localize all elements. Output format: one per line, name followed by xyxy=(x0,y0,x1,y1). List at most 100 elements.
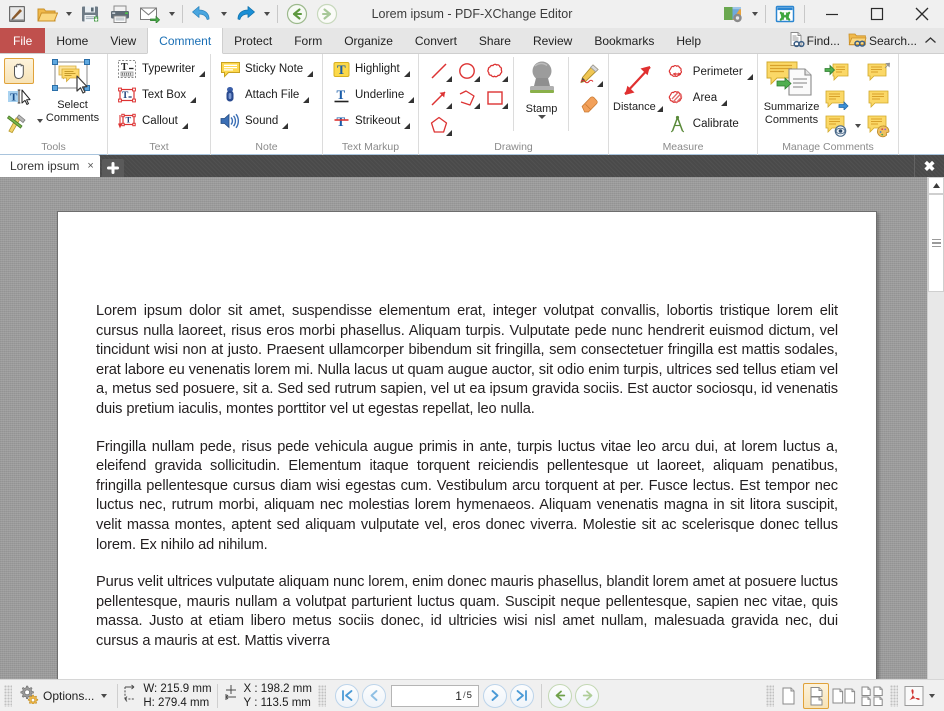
next-page-button[interactable] xyxy=(483,683,508,708)
tab-organize[interactable]: Organize xyxy=(333,28,404,53)
collapse-ribbon-button[interactable] xyxy=(921,36,939,45)
layout-single-page-button[interactable] xyxy=(775,683,801,709)
comment-styles-button[interactable] xyxy=(864,112,894,139)
search-button[interactable]: Search... xyxy=(844,31,921,51)
tab-bookmarks[interactable]: Bookmarks xyxy=(583,28,665,53)
strikeout-button[interactable]: T Strikeout xyxy=(327,108,413,134)
scroll-up-button[interactable] xyxy=(928,177,944,194)
polyline-tool-button[interactable] xyxy=(453,84,481,111)
tab-form[interactable]: Form xyxy=(283,28,333,53)
layout-continuous-button[interactable] xyxy=(803,682,829,709)
settings-dropdown-arrow-icon[interactable] xyxy=(748,1,761,27)
print-icon[interactable] xyxy=(105,1,135,27)
previous-page-button[interactable] xyxy=(362,683,387,708)
vertical-scrollbar[interactable] xyxy=(927,177,944,679)
highlight-button[interactable]: T Highlight xyxy=(327,56,413,82)
status-grip-4[interactable] xyxy=(890,684,898,707)
document-tab-lorem-ipsum[interactable]: Lorem ipsum × xyxy=(0,155,100,177)
cloud-shape-tool-button[interactable] xyxy=(481,57,509,84)
pencil-tool-button[interactable] xyxy=(574,59,604,89)
save-icon[interactable] xyxy=(75,1,105,27)
tab-view[interactable]: View xyxy=(99,28,147,53)
underline-button[interactable]: T Underline xyxy=(327,82,417,108)
area-dropdown-arrow-icon[interactable] xyxy=(721,100,728,106)
hand-tool-button[interactable] xyxy=(4,58,34,84)
callout-button[interactable]: T Callout xyxy=(112,108,191,134)
markup-tools-dropdown-arrow-icon[interactable] xyxy=(37,119,43,123)
status-grip-2[interactable] xyxy=(317,684,326,707)
import-comments-button[interactable] xyxy=(822,58,852,85)
attach-file-dropdown-arrow-icon[interactable] xyxy=(303,97,310,103)
redo-icon[interactable] xyxy=(230,1,260,27)
email-icon[interactable] xyxy=(135,1,165,27)
stamp-dropdown-arrow-icon[interactable] xyxy=(537,114,546,119)
polygon-dropdown-arrow-icon[interactable] xyxy=(446,130,452,136)
document-viewer[interactable]: Lorem ipsum dolor sit amet, suspendisse … xyxy=(0,177,944,679)
summarize-comments-button[interactable]: Summarize Comments xyxy=(762,57,821,126)
redo-dropdown-arrow-icon[interactable] xyxy=(260,1,273,27)
close-all-tabs-button[interactable]: ✖ xyxy=(914,155,944,177)
text-box-dropdown-arrow-icon[interactable] xyxy=(190,97,197,103)
options-dropdown-arrow-icon[interactable] xyxy=(101,693,108,698)
underline-dropdown-arrow-icon[interactable] xyxy=(408,97,415,103)
markup-tools-button[interactable] xyxy=(4,110,43,136)
select-comments-button[interactable]: Select Comments xyxy=(42,57,103,124)
tab-share[interactable]: Share xyxy=(468,28,522,53)
tab-comment[interactable]: Comment xyxy=(147,28,224,54)
viewer-dropdown-arrow-icon[interactable] xyxy=(929,693,935,698)
polygon-tool-button[interactable] xyxy=(425,111,453,138)
close-button[interactable] xyxy=(899,0,944,28)
typewriter-dropdown-arrow-icon[interactable] xyxy=(199,71,206,77)
new-tab-button[interactable] xyxy=(101,159,124,177)
open-dropdown-arrow-icon[interactable] xyxy=(62,1,75,27)
pencil-dropdown-arrow-icon[interactable] xyxy=(597,81,604,87)
layout-two-pages-button[interactable] xyxy=(831,683,857,709)
status-grip-3[interactable] xyxy=(766,684,774,707)
app-logo-icon[interactable] xyxy=(2,1,32,27)
sound-dropdown-arrow-icon[interactable] xyxy=(282,123,289,129)
text-box-button[interactable]: T Text Box xyxy=(112,82,199,108)
attach-file-button[interactable]: Attach File xyxy=(215,82,312,108)
open-icon[interactable] xyxy=(32,1,62,27)
highlight-dropdown-arrow-icon[interactable] xyxy=(403,71,410,77)
select-text-tool-button[interactable]: T xyxy=(4,84,34,110)
tab-protect[interactable]: Protect xyxy=(223,28,283,53)
undo-icon[interactable] xyxy=(187,1,217,27)
next-view-button[interactable] xyxy=(575,683,600,708)
open-in-default-viewer-button[interactable] xyxy=(901,683,927,709)
tab-convert[interactable]: Convert xyxy=(404,28,468,53)
tab-review[interactable]: Review xyxy=(522,28,583,53)
ellipse-dropdown-arrow-icon[interactable] xyxy=(474,76,480,82)
line-dropdown-arrow-icon[interactable] xyxy=(446,76,452,82)
show-comments-button[interactable] xyxy=(822,112,852,139)
export-comments-button[interactable] xyxy=(864,58,894,85)
perimeter-button[interactable]: Perimeter xyxy=(663,59,756,85)
sticky-note-button[interactable]: Sticky Note xyxy=(215,56,316,82)
perimeter-dropdown-arrow-icon[interactable] xyxy=(746,74,753,80)
previous-view-button[interactable] xyxy=(548,683,573,708)
tab-help[interactable]: Help xyxy=(665,28,712,53)
find-button[interactable]: Find... xyxy=(784,31,844,51)
sound-button[interactable]: Sound xyxy=(215,108,291,134)
tab-home[interactable]: Home xyxy=(45,28,99,53)
show-comments-dropdown-arrow-icon[interactable] xyxy=(852,112,864,139)
minimize-button[interactable] xyxy=(809,0,854,28)
pdf-page[interactable]: Lorem ipsum dolor sit amet, suspendisse … xyxy=(57,211,877,679)
options-button[interactable]: Options... xyxy=(12,683,112,709)
maximize-button[interactable] xyxy=(854,0,899,28)
stamp-button[interactable]: Stamp xyxy=(520,57,563,119)
rectangle-tool-button[interactable] xyxy=(481,84,509,111)
rectangle-dropdown-arrow-icon[interactable] xyxy=(502,103,508,109)
ellipse-tool-button[interactable] xyxy=(453,57,481,84)
arrow-dropdown-arrow-icon[interactable] xyxy=(446,103,452,109)
line-tool-button[interactable] xyxy=(425,57,453,84)
fullscreen-icon[interactable] xyxy=(770,1,800,27)
undo-dropdown-arrow-icon[interactable] xyxy=(217,1,230,27)
export-data-button[interactable] xyxy=(822,85,852,112)
area-button[interactable]: Area xyxy=(663,85,756,111)
strikeout-dropdown-arrow-icon[interactable] xyxy=(404,123,411,129)
first-page-button[interactable] xyxy=(335,683,360,708)
cloud-shape-dropdown-arrow-icon[interactable] xyxy=(502,76,508,82)
forward-icon[interactable] xyxy=(312,1,342,27)
calibrate-button[interactable]: Calibrate xyxy=(663,111,756,137)
